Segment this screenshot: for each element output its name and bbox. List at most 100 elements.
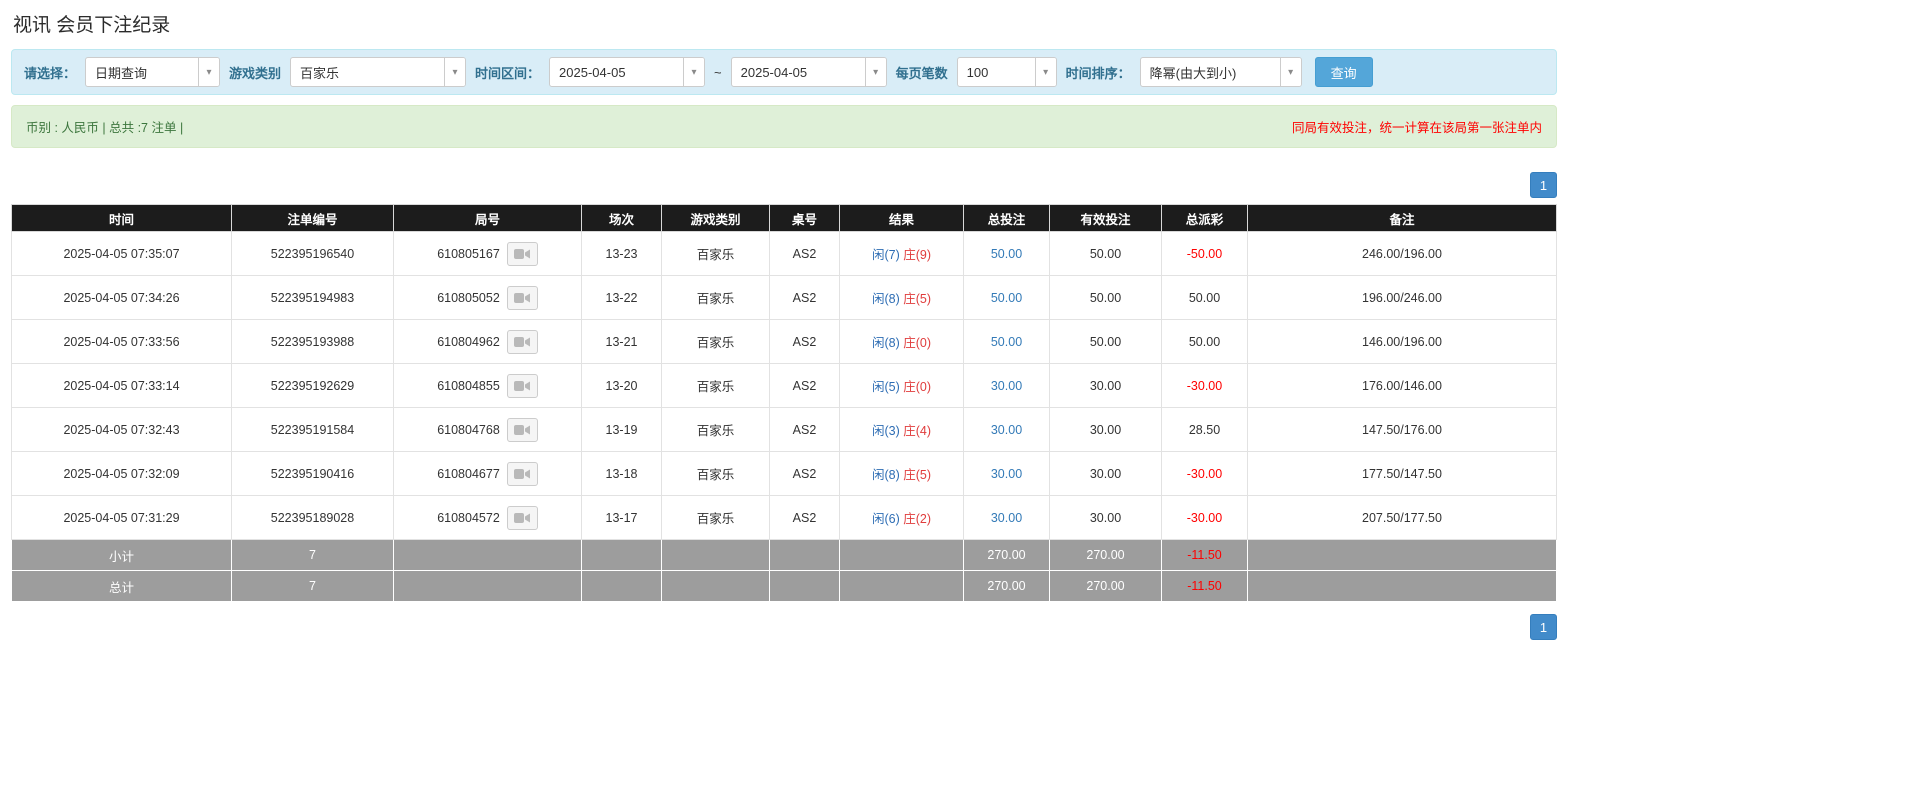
- cell-session: 13-17: [581, 495, 662, 540]
- cell-game-type: 百家乐: [661, 319, 770, 364]
- video-replay-button[interactable]: [506, 461, 538, 486]
- total-row-empty-session: [581, 570, 662, 602]
- cell-payout: 28.50: [1161, 407, 1248, 452]
- chevron-down-icon: ▾: [444, 58, 466, 86]
- search-button[interactable]: 查询: [1314, 57, 1373, 87]
- total-bet-link[interactable]: 50.00: [991, 247, 1022, 261]
- cell-total-bet: 50.00: [963, 275, 1050, 320]
- total-bet-link[interactable]: 50.00: [991, 335, 1022, 349]
- cell-session: 13-18: [581, 451, 662, 496]
- total-row-label: 总计: [11, 570, 232, 602]
- time-range-label: 时间区间：: [475, 65, 541, 81]
- column-header-7: 总投注: [963, 204, 1050, 232]
- cell-table-no: AS2: [769, 319, 840, 364]
- result-banker: 庄(4): [903, 424, 932, 438]
- cell-round-id: 610805167: [393, 231, 582, 276]
- video-icon: [514, 512, 531, 523]
- column-header-1: 注单编号: [231, 204, 394, 232]
- cell-table-no: AS2: [769, 275, 840, 320]
- column-header-5: 桌号: [769, 204, 840, 232]
- total-bet-link[interactable]: 30.00: [991, 423, 1022, 437]
- sort-order-value: 降幂(由大到小): [1149, 65, 1237, 81]
- total-row: 总计 7 270.00 270.00 -11.50: [11, 570, 1557, 602]
- query-type-select[interactable]: 日期查询 ▾: [85, 57, 221, 87]
- result-banker: 庄(9): [903, 248, 932, 262]
- cell-round-id: 610804855: [393, 363, 582, 408]
- chevron-down-icon: ▾: [198, 58, 220, 86]
- bet-records-table: 时间 注单编号 局号 场次 游戏类别 桌号 结果 总投注 有效投注 总派彩 备注 2025-04-0…: [11, 204, 1557, 602]
- cell-round-id: 610804572: [393, 495, 582, 540]
- cell-remark: 146.00/196.00: [1247, 319, 1557, 364]
- column-header-8: 有效投注: [1049, 204, 1162, 232]
- summary-note-text: 同局有效投注，统一计算在该局第一张注单内: [1291, 121, 1542, 135]
- date-to-value: 2025-04-05: [740, 64, 808, 80]
- subtotal-row-empty-game: [661, 539, 770, 571]
- result-banker: 庄(2): [903, 512, 932, 526]
- subtotal-row-empty-session: [581, 539, 662, 571]
- cell-game-type: 百家乐: [661, 363, 770, 408]
- subtotal-row-label: 小计: [11, 539, 232, 571]
- total-bet-link[interactable]: 50.00: [991, 291, 1022, 305]
- cell-session: 13-21: [581, 319, 662, 364]
- subtotal-row-empty-round: [393, 539, 582, 571]
- total-bet-link[interactable]: 30.00: [991, 467, 1022, 481]
- cell-bet-id: 522395191584: [231, 407, 394, 452]
- sort-order-select[interactable]: 降幂(由大到小) ▾: [1139, 57, 1302, 87]
- page-title: 视讯 会员下注纪录: [13, 15, 171, 36]
- cell-total-bet: 50.00: [963, 319, 1050, 364]
- date-from-input[interactable]: 2025-04-05 ▾: [549, 57, 706, 87]
- cell-payout: -30.00: [1161, 495, 1248, 540]
- cell-result: 闲(8) 庄(0): [839, 319, 964, 364]
- video-replay-button[interactable]: [506, 373, 538, 398]
- column-header-9: 总派彩: [1161, 204, 1248, 232]
- pagination-page-button[interactable]: 1: [1530, 614, 1557, 640]
- video-replay-button[interactable]: [506, 505, 538, 530]
- cell-valid-bet: 30.00: [1049, 363, 1162, 408]
- table-row: 2025-04-05 07:32:43 522395191584 610804768…: [11, 407, 1557, 452]
- pagination-page-button[interactable]: 1: [1530, 172, 1557, 198]
- cell-payout: 50.00: [1161, 319, 1248, 364]
- cell-round-id: 610804962: [393, 319, 582, 364]
- video-icon: [514, 380, 531, 391]
- subtotal-row-count: 7: [231, 539, 394, 571]
- page-container: 视讯 会员下注纪录 请选择： 日期查询 ▾ 游戏类别 百家乐 ▾ 时间区间： 2…: [11, 10, 1557, 640]
- cell-round-id: 610805052: [393, 275, 582, 320]
- result-player: 闲(8): [871, 292, 900, 306]
- cell-game-type: 百家乐: [661, 231, 770, 276]
- video-replay-button[interactable]: [506, 417, 538, 442]
- result-player: 闲(6): [871, 512, 900, 526]
- video-icon: [514, 468, 531, 479]
- cell-total-bet: 30.00: [963, 451, 1050, 496]
- video-replay-button[interactable]: [506, 241, 538, 266]
- total-row-empty-result: [839, 570, 964, 602]
- round-id-text: 610804962: [437, 334, 500, 349]
- subtotal-row-total-bet: 270.00: [963, 539, 1050, 571]
- cell-round-id: 610804768: [393, 407, 582, 452]
- cell-payout: -30.00: [1161, 363, 1248, 408]
- video-replay-button[interactable]: [506, 285, 538, 310]
- column-header-2: 局号: [393, 204, 582, 232]
- table-row: 2025-04-05 07:35:07 522395196540 610805167…: [11, 231, 1557, 276]
- round-id-text: 610805052: [437, 290, 500, 305]
- cell-valid-bet: 30.00: [1049, 495, 1162, 540]
- video-icon: [514, 424, 531, 435]
- total-bet-link[interactable]: 30.00: [991, 379, 1022, 393]
- subtotal-row-remark: [1247, 539, 1557, 571]
- cell-session: 13-22: [581, 275, 662, 320]
- cell-payout: 50.00: [1161, 275, 1248, 320]
- pagination-top: 1: [11, 172, 1557, 198]
- table-row: 2025-04-05 07:34:26 522395194983 610805052…: [11, 275, 1557, 320]
- cell-bet-id: 522395196540: [231, 231, 394, 276]
- total-bet-link[interactable]: 30.00: [991, 511, 1022, 525]
- cell-total-bet: 30.00: [963, 495, 1050, 540]
- page-size-select[interactable]: 100 ▾: [956, 57, 1057, 87]
- cell-valid-bet: 50.00: [1049, 231, 1162, 276]
- cell-time: 2025-04-05 07:34:26: [11, 275, 232, 320]
- date-to-input[interactable]: 2025-04-05 ▾: [730, 57, 887, 87]
- pagination-bottom: 1: [11, 614, 1557, 640]
- game-type-select[interactable]: 百家乐 ▾: [290, 57, 467, 87]
- total-row-valid-bet: 270.00: [1049, 570, 1162, 602]
- page-size-label: 每页笔数: [895, 65, 948, 81]
- table-row: 2025-04-05 07:33:56 522395193988 610804962…: [11, 319, 1557, 364]
- video-replay-button[interactable]: [506, 329, 538, 354]
